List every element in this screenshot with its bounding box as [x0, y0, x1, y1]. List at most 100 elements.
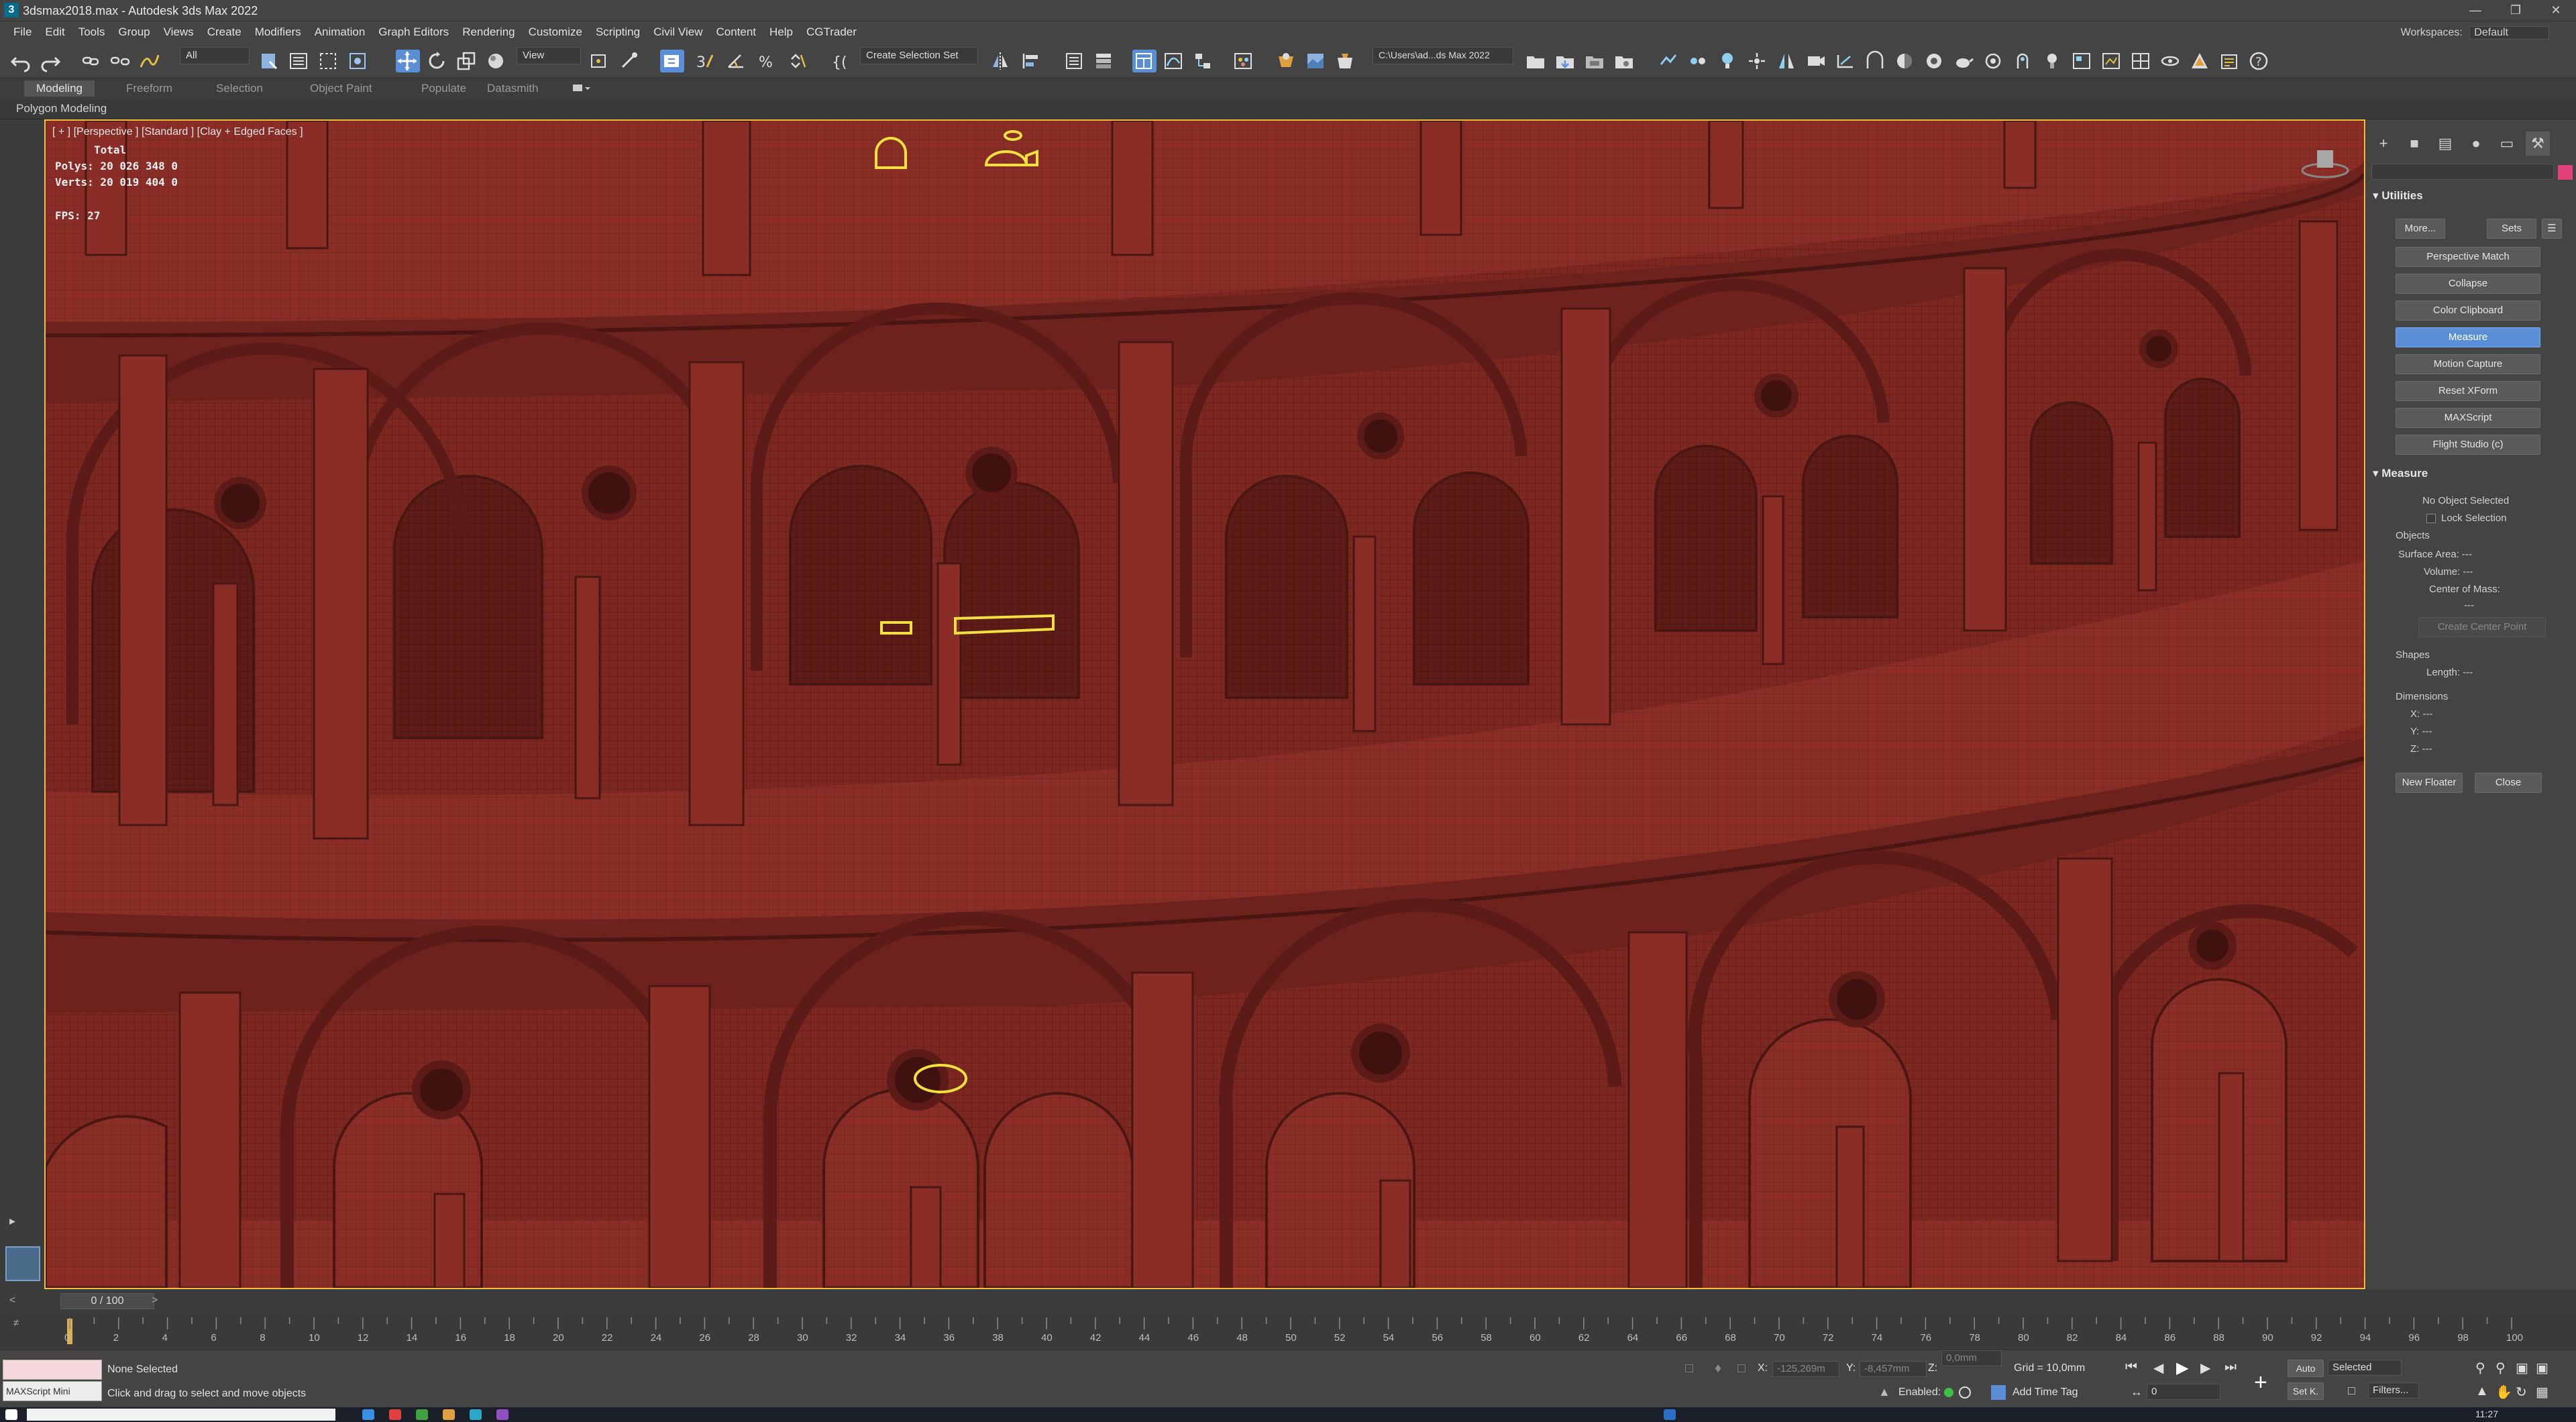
absolute-mode-icon[interactable]: □ [1737, 1361, 1746, 1376]
unlink-icon[interactable] [109, 50, 133, 72]
menu-tools[interactable]: Tools [72, 25, 112, 39]
create-particle-icon[interactable] [1746, 50, 1770, 72]
go-to-end-icon[interactable]: ⏭ [2224, 1360, 2237, 1375]
orbit-icon[interactable]: ↻ [2516, 1384, 2527, 1401]
select-and-place-icon[interactable] [484, 50, 508, 72]
grid-view-icon[interactable] [2129, 50, 2153, 72]
reference-coordinate-dropdown[interactable]: View [517, 47, 581, 64]
align-icon[interactable] [1020, 50, 1044, 72]
menu-modifiers[interactable]: Modifiers [248, 25, 308, 39]
environment-icon[interactable] [2011, 50, 2035, 72]
more-button[interactable]: More... [2396, 219, 2445, 239]
go-to-start-icon[interactable]: ⏮ [2125, 1360, 2137, 1375]
zoom-icon[interactable]: ⚲ [2475, 1360, 2485, 1376]
zoom-extents-all-icon[interactable]: ▣ [2536, 1360, 2548, 1376]
utility-motion-capture-button[interactable]: Motion Capture [2396, 354, 2540, 374]
enabled-indicator-icon[interactable] [1944, 1388, 1953, 1397]
select-manipulate-icon[interactable] [617, 50, 641, 72]
dimension-tool-icon[interactable] [1834, 50, 1858, 72]
lock-selection-checkbox[interactable] [2426, 514, 2436, 523]
taskbar-app-icon[interactable] [389, 1409, 401, 1420]
schematic-view-icon[interactable] [1191, 50, 1216, 72]
menu-scripting[interactable]: Scripting [589, 25, 647, 39]
zoom-all-icon[interactable]: ⚲ [2496, 1360, 2506, 1376]
utility-flight-studio-c-button[interactable]: Flight Studio (c) [2396, 435, 2540, 455]
menu-content[interactable]: Content [709, 25, 763, 39]
slider-right-arrow-icon[interactable]: > [152, 1295, 158, 1307]
viewport-layout-icon[interactable] [2070, 50, 2094, 72]
mirror-icon[interactable] [989, 50, 1013, 72]
menu-views[interactable]: Views [157, 25, 201, 39]
utility-color-clipboard-button[interactable]: Color Clipboard [2396, 300, 2540, 321]
minimize-icon[interactable]: — [2455, 0, 2496, 21]
open-folder-icon[interactable] [1524, 50, 1548, 72]
create-systems-icon[interactable] [1686, 50, 1711, 72]
field-of-view-icon[interactable]: ▲ [2475, 1384, 2489, 1399]
display-tab-icon[interactable]: ▭ [2495, 131, 2519, 156]
create-tab-icon[interactable]: + [2371, 131, 2396, 156]
arch-tool-icon[interactable] [1864, 50, 1888, 72]
link-icon[interactable] [79, 50, 103, 72]
maxscript-mini-input[interactable]: MAXScript Mini [3, 1381, 102, 1401]
utility-measure-button[interactable]: Measure [2396, 327, 2540, 347]
tab-populate[interactable]: Populate [409, 80, 478, 97]
light-lister-icon[interactable] [2041, 50, 2065, 72]
tab-freeform[interactable]: Freeform [114, 80, 184, 97]
set-key-button[interactable]: Set K. [2288, 1382, 2324, 1400]
project-path-dropdown[interactable]: C:\Users\ad...ds Max 2022 [1373, 47, 1513, 64]
close-icon[interactable]: ✕ [2536, 0, 2576, 21]
menu-help[interactable]: Help [763, 25, 800, 39]
add-time-tag-button[interactable]: Add Time Tag [2012, 1386, 2078, 1399]
taskbar-app-icon[interactable] [416, 1409, 428, 1420]
hierarchy-tab-icon[interactable]: ▤ [2433, 131, 2457, 156]
ribbon-options-icon[interactable] [572, 83, 592, 94]
taskbar-app-icon[interactable] [470, 1409, 482, 1420]
menu-customize[interactable]: Customize [522, 25, 589, 39]
save-folder-icon[interactable] [1554, 50, 1578, 72]
mirror-tool-icon[interactable] [1775, 50, 1799, 72]
bind-spacewarp-icon[interactable] [138, 50, 162, 72]
menu-animation[interactable]: Animation [308, 25, 372, 39]
tab-modeling[interactable]: Modeling [24, 80, 95, 97]
time-tag-icon[interactable] [1991, 1385, 2006, 1400]
taskbar-app-icon[interactable] [443, 1409, 455, 1420]
z-coordinate-field[interactable]: 0,0mm [1941, 1350, 2002, 1366]
tab-datasmith[interactable]: Datasmith [475, 80, 551, 97]
create-center-point-button[interactable]: Create Center Point [2418, 617, 2546, 637]
rectangular-selection-icon[interactable] [317, 50, 341, 72]
utilities-tab-icon[interactable]: ⚒ [2526, 131, 2550, 156]
adaptive-degradation-icon[interactable]: ▲ [1878, 1385, 1890, 1399]
slider-left-arrow-icon[interactable]: < [9, 1295, 15, 1307]
maximize-icon[interactable]: ❐ [2496, 0, 2536, 21]
current-frame-field[interactable]: 0 [2147, 1384, 2220, 1400]
measure-rollout-header[interactable]: ▾ Measure [2373, 467, 2571, 483]
motion-tab-icon[interactable]: ● [2464, 131, 2488, 156]
select-object-icon[interactable] [258, 50, 282, 72]
tab-object-paint[interactable]: Object Paint [298, 80, 384, 97]
zoom-extents-icon[interactable]: ▣ [2516, 1360, 2528, 1376]
render-active-icon[interactable] [1982, 50, 2006, 72]
expand-arrow-icon[interactable]: ▸ [9, 1214, 25, 1230]
utility-maxscript-button[interactable]: MAXScript [2396, 408, 2540, 428]
menu-rendering[interactable]: Rendering [455, 25, 521, 39]
set-key-big-icon[interactable]: + [2254, 1369, 2281, 1396]
menu-cgtrader[interactable]: CGTrader [800, 25, 863, 39]
utilities-rollout-header[interactable]: ▾ Utilities [2373, 189, 2571, 205]
start-button-icon[interactable] [5, 1409, 17, 1420]
menu-civil-view[interactable]: Civil View [647, 25, 709, 39]
time-slider[interactable]: < 0 / 100 > [0, 1289, 2576, 1315]
render-preset-icon[interactable] [1923, 50, 1947, 72]
viewport-config-icon[interactable] [2100, 50, 2124, 72]
create-camera-icon[interactable] [1805, 50, 1829, 72]
percent-snap-icon[interactable]: % [755, 50, 780, 72]
help-icon[interactable]: ? [2247, 50, 2271, 72]
utility-collapse-button[interactable]: Collapse [2396, 274, 2540, 294]
snapshot-icon[interactable] [2159, 50, 2183, 72]
create-light-icon[interactable] [1716, 50, 1740, 72]
toggle-ribbon-icon[interactable] [1132, 50, 1157, 72]
spinner-snap-icon[interactable] [786, 50, 810, 72]
create-helpers-icon[interactable] [1657, 50, 1681, 72]
snaps-toggle-icon[interactable]: 3 [694, 50, 718, 72]
named-selection-dropdown[interactable]: Create Selection Set [860, 47, 978, 64]
render-teapot-icon[interactable] [1952, 50, 1976, 72]
